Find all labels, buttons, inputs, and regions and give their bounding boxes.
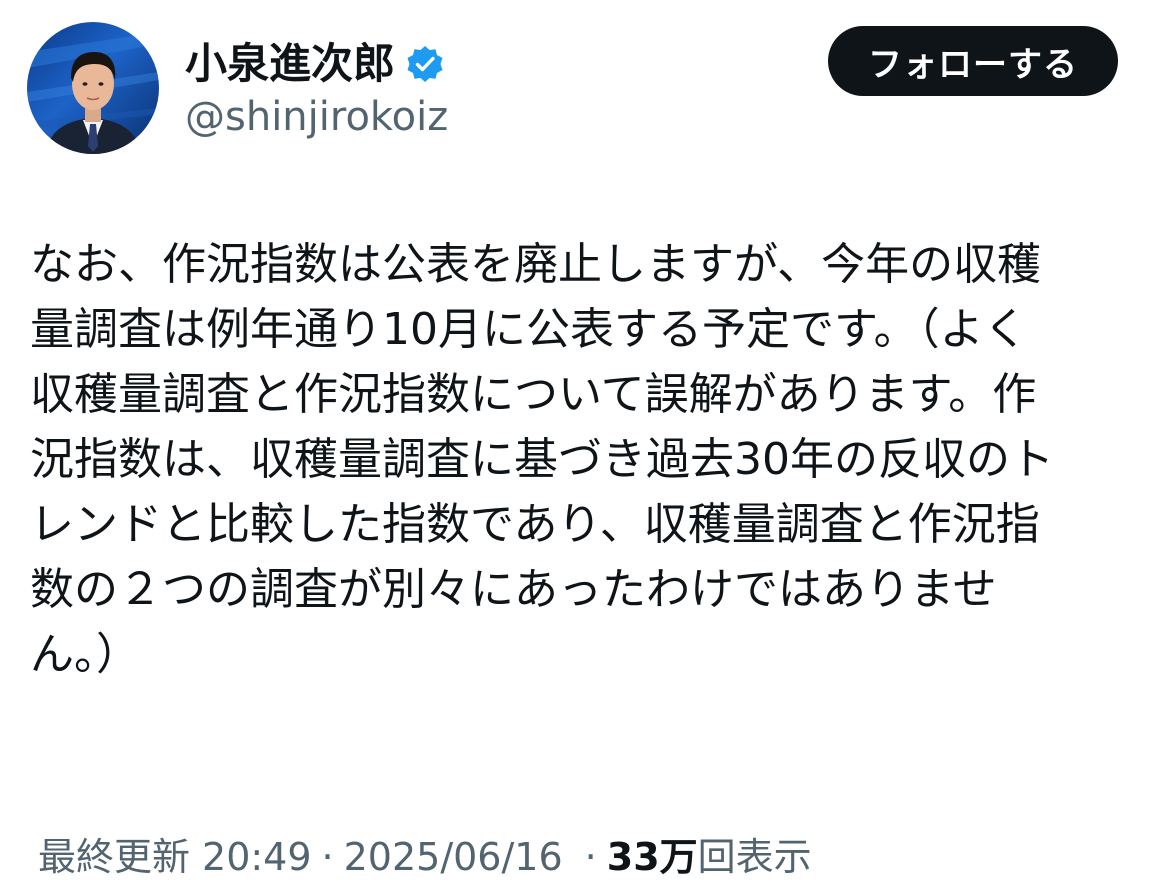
tweet-text: なお、作況指数は公表を廃止しますが、今年の収穫 量調査は例年通り10月に公表する… (30, 232, 1140, 687)
views-count: 33万 (606, 835, 698, 879)
tweet-date[interactable]: 2025/06/16 (344, 832, 563, 882)
tweet-time[interactable]: 20:49 (202, 832, 312, 882)
author-name-row: 小泉進次郎 (185, 36, 445, 92)
tweet-text-line: ん。） (30, 629, 140, 680)
tweet-text-line: 量調査は例年通り10月に公表する予定です。（よく (30, 304, 1028, 355)
author-handle[interactable]: @shinjirokoiz (185, 92, 448, 142)
avatar-image (27, 32, 159, 154)
author-display-name[interactable]: 小泉進次郎 (185, 36, 395, 92)
avatar[interactable] (27, 22, 159, 154)
tweet-text-line: 収穫量調査と作況指数について誤解があります。作 (30, 369, 1037, 420)
follow-button[interactable]: フォローする (828, 26, 1118, 96)
edited-label[interactable]: 最終更新 (38, 832, 190, 882)
tweet-card: 小泉進次郎 @shinjirokoiz フォローする なお、作況指数は公表を廃止… (0, 0, 1170, 887)
tweet-text-line: 数の２つの調査が別々にあったわけではありませ (30, 564, 997, 615)
tweet-meta: 最終更新 20:49 · 2025/06/16 · 33万 回表示 (38, 832, 812, 882)
meta-separator: · (321, 835, 334, 879)
meta-separator: · (584, 835, 597, 879)
tweet-text-line: 況指数は、収穫量調査に基づき過去30年の反収のト (30, 434, 1054, 485)
tweet-text-line: なお、作況指数は公表を廃止しますが、今年の収穫 (30, 239, 1042, 290)
views-label: 回表示 (697, 835, 812, 879)
tweet-text-line: レンドと比較した指数であり、収穫量調査と作況指 (30, 499, 1040, 550)
verified-badge-icon[interactable] (405, 44, 445, 84)
